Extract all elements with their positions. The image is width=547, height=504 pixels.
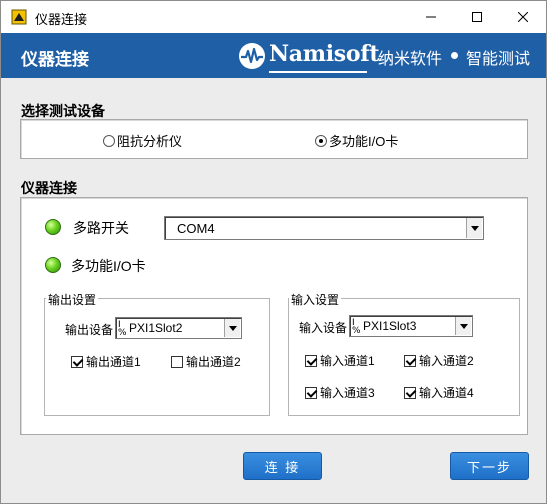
- switch-port-dropdown-button[interactable]: [466, 218, 482, 238]
- io-card-label: 多功能I/O卡: [71, 258, 146, 274]
- checkbox-checked: [71, 355, 83, 368]
- output-channel-2-checkbox[interactable]: 输出通道2: [171, 353, 241, 370]
- checkbox-label: 输入通道4: [419, 386, 474, 400]
- connection-box: 多路开关 COM4 多功能I/O卡 输出设置 输出设备 I% PXI1Slot2…: [20, 197, 528, 435]
- checkbox-label: 输入通道1: [320, 354, 375, 368]
- connect-button[interactable]: 连 接: [243, 452, 322, 480]
- checkbox-label: 输入通道2: [419, 354, 474, 368]
- io-resource-icon: I%: [118, 320, 127, 338]
- output-device-select[interactable]: I% PXI1Slot2: [115, 317, 242, 339]
- switch-label: 多路开关: [73, 220, 129, 236]
- output-channel-1-checkbox[interactable]: 输出通道1: [71, 353, 141, 370]
- switch-port-value: COM4: [177, 221, 215, 236]
- io-card-status-led: [45, 257, 61, 273]
- input-device-select[interactable]: I% PXI1Slot3: [349, 315, 473, 337]
- input-device-value: PXI1Slot3: [363, 319, 417, 333]
- radio-circle-selected: [315, 134, 327, 147]
- output-settings-label: 输出设置: [46, 291, 99, 308]
- output-device-dropdown-button[interactable]: [224, 319, 240, 337]
- brand-name: Namisoft: [269, 41, 380, 67]
- connection-title: 仪器连接: [21, 180, 77, 196]
- checkbox-label: 输出通道2: [186, 355, 241, 369]
- checkbox-checked: [404, 386, 416, 399]
- input-settings-label: 输入设置: [289, 291, 342, 308]
- brand-chinese-name: 纳米软件: [378, 51, 443, 68]
- device-select-title: 选择测试设备: [21, 103, 105, 119]
- minimize-button[interactable]: [408, 1, 454, 33]
- input-device-label: 输入设备: [299, 321, 348, 335]
- output-device-label: 输出设备: [65, 323, 114, 337]
- radio-impedance-analyzer[interactable]: 阻抗分析仪: [103, 131, 182, 150]
- input-channel-3-checkbox[interactable]: 输入通道3: [305, 384, 375, 401]
- input-channel-4-checkbox[interactable]: 输入通道4: [404, 384, 474, 401]
- checkbox-label: 输入通道3: [320, 386, 375, 400]
- chevron-down-icon: [228, 325, 237, 331]
- chevron-down-icon: [459, 323, 468, 329]
- checkbox-checked: [404, 354, 416, 367]
- maximize-icon: [472, 12, 482, 22]
- close-button[interactable]: [500, 1, 546, 33]
- input-device-dropdown-button[interactable]: [455, 317, 471, 335]
- input-channel-2-checkbox[interactable]: 输入通道2: [404, 352, 474, 369]
- checkbox-label: 输出通道1: [86, 355, 141, 369]
- brand-slogan: 智能测试: [466, 51, 531, 68]
- namisoft-logo-icon: [239, 43, 265, 69]
- io-resource-icon: I%: [352, 318, 361, 336]
- input-channel-1-checkbox[interactable]: 输入通道1: [305, 352, 375, 369]
- labview-app-icon: [11, 9, 27, 25]
- minimize-icon: [426, 16, 436, 18]
- header-banner: 仪器连接 Namisoft 纳米软件 智能测试: [1, 33, 546, 78]
- close-icon: [518, 12, 528, 22]
- checkbox-checked: [305, 386, 317, 399]
- brand-separator-dot: [451, 52, 458, 59]
- checkbox-checked: [305, 354, 317, 367]
- radio-label: 阻抗分析仪: [117, 134, 183, 149]
- maximize-button[interactable]: [454, 1, 500, 33]
- switch-status-led: [45, 219, 61, 235]
- radio-multifunction-io[interactable]: 多功能I/O卡: [315, 131, 398, 150]
- instrument-connection-window: 仪器连接 仪器连接 Namisoft 纳米软件 智能测试 选择测试设备 阻抗分析…: [0, 0, 547, 504]
- window-title: 仪器连接: [35, 12, 88, 27]
- banner-title: 仪器连接: [21, 50, 89, 69]
- radio-circle: [103, 134, 115, 147]
- radio-label: 多功能I/O卡: [329, 134, 399, 149]
- brand-underline: [269, 71, 367, 73]
- switch-port-select[interactable]: COM4: [164, 216, 484, 240]
- device-select-box: 阻抗分析仪 多功能I/O卡: [20, 119, 528, 159]
- chevron-down-icon: [470, 225, 479, 231]
- checkbox-unchecked: [171, 355, 183, 368]
- output-device-value: PXI1Slot2: [129, 321, 183, 335]
- title-bar: 仪器连接: [1, 1, 546, 33]
- next-button[interactable]: 下一步: [450, 452, 529, 480]
